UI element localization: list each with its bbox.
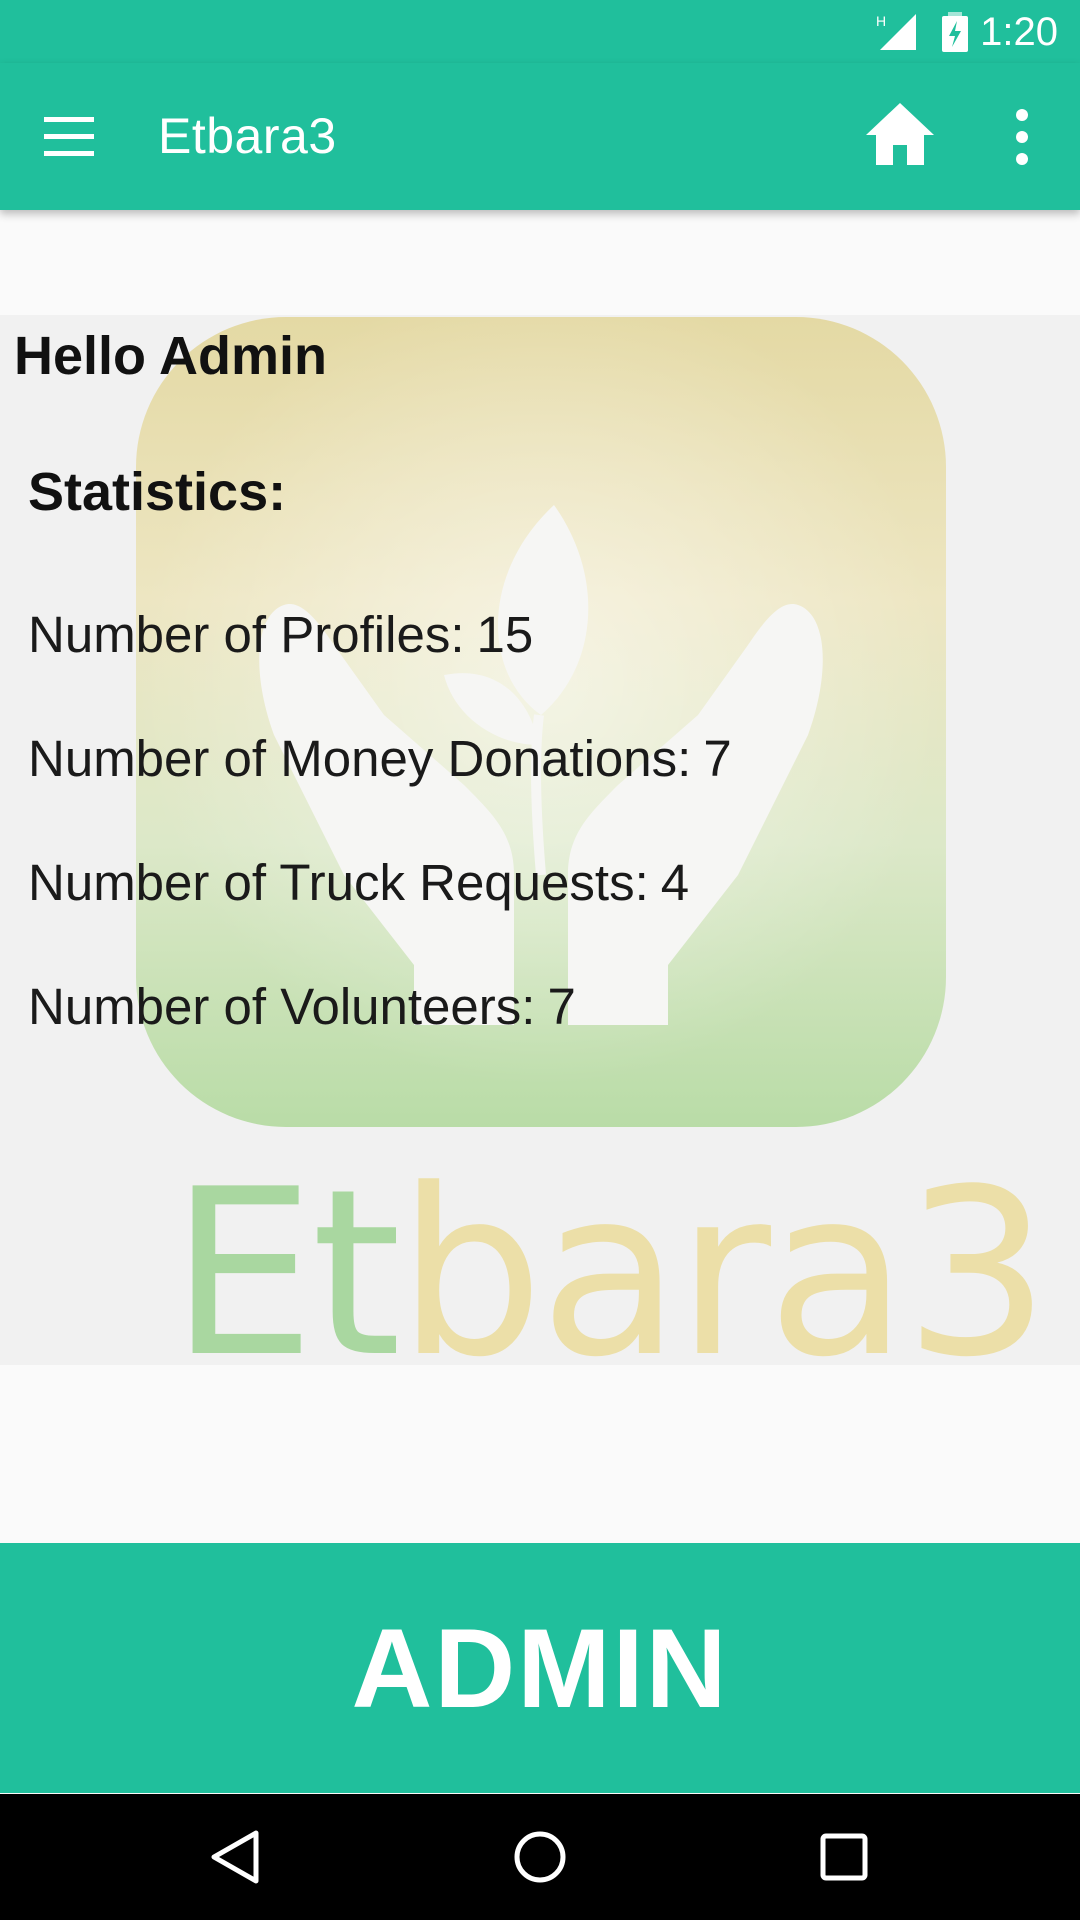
menu-icon[interactable] (44, 115, 100, 159)
admin-banner-label: ADMIN (351, 1605, 729, 1731)
logo-wordmark-part1: Et (170, 1141, 402, 1366)
stat-volunteers: Number of Volunteers: 7 (28, 977, 576, 1036)
stat-label: Number of Truck Requests: (28, 854, 649, 911)
back-icon[interactable] (206, 1827, 266, 1887)
greeting-text: Hello Admin (14, 326, 328, 386)
statistics-heading: Statistics: (28, 462, 287, 522)
more-vert-icon[interactable] (1004, 107, 1040, 167)
recents-icon[interactable] (814, 1827, 874, 1887)
battery-charging-icon (942, 12, 968, 52)
signal-icon: H (876, 13, 916, 50)
stat-truck-requests: Number of Truck Requests: 4 (28, 853, 689, 912)
stat-value: 7 (547, 978, 576, 1035)
svg-text:H: H (876, 13, 886, 29)
stat-label: Number of Profiles: (28, 606, 465, 663)
stat-value: 15 (476, 606, 534, 663)
home-icon[interactable] (864, 99, 936, 171)
admin-banner: ADMIN (0, 1543, 1080, 1793)
stat-profiles: Number of Profiles: 15 (28, 605, 533, 664)
stat-label: Number of Money Donations: (28, 730, 692, 787)
status-bar: H 1:20 (0, 0, 1080, 63)
content-panel: Etbara3 Hello Admin Statistics: Number o… (0, 315, 1080, 1365)
logo-wordmark: Etbara3 (170, 1160, 1050, 1366)
app-bar: Etbara3 (0, 63, 1080, 210)
app-title: Etbara3 (158, 108, 337, 164)
navigation-bar (0, 1794, 1080, 1920)
stat-label: Number of Volunteers: (28, 978, 536, 1035)
stat-value: 4 (660, 854, 690, 911)
logo-wordmark-part2: bara3 (397, 1141, 1051, 1366)
stat-money-donations: Number of Money Donations: 7 (28, 729, 732, 788)
stat-value: 7 (703, 730, 732, 787)
status-time: 1:20 (980, 10, 1058, 54)
home-circle-icon[interactable] (510, 1827, 570, 1887)
